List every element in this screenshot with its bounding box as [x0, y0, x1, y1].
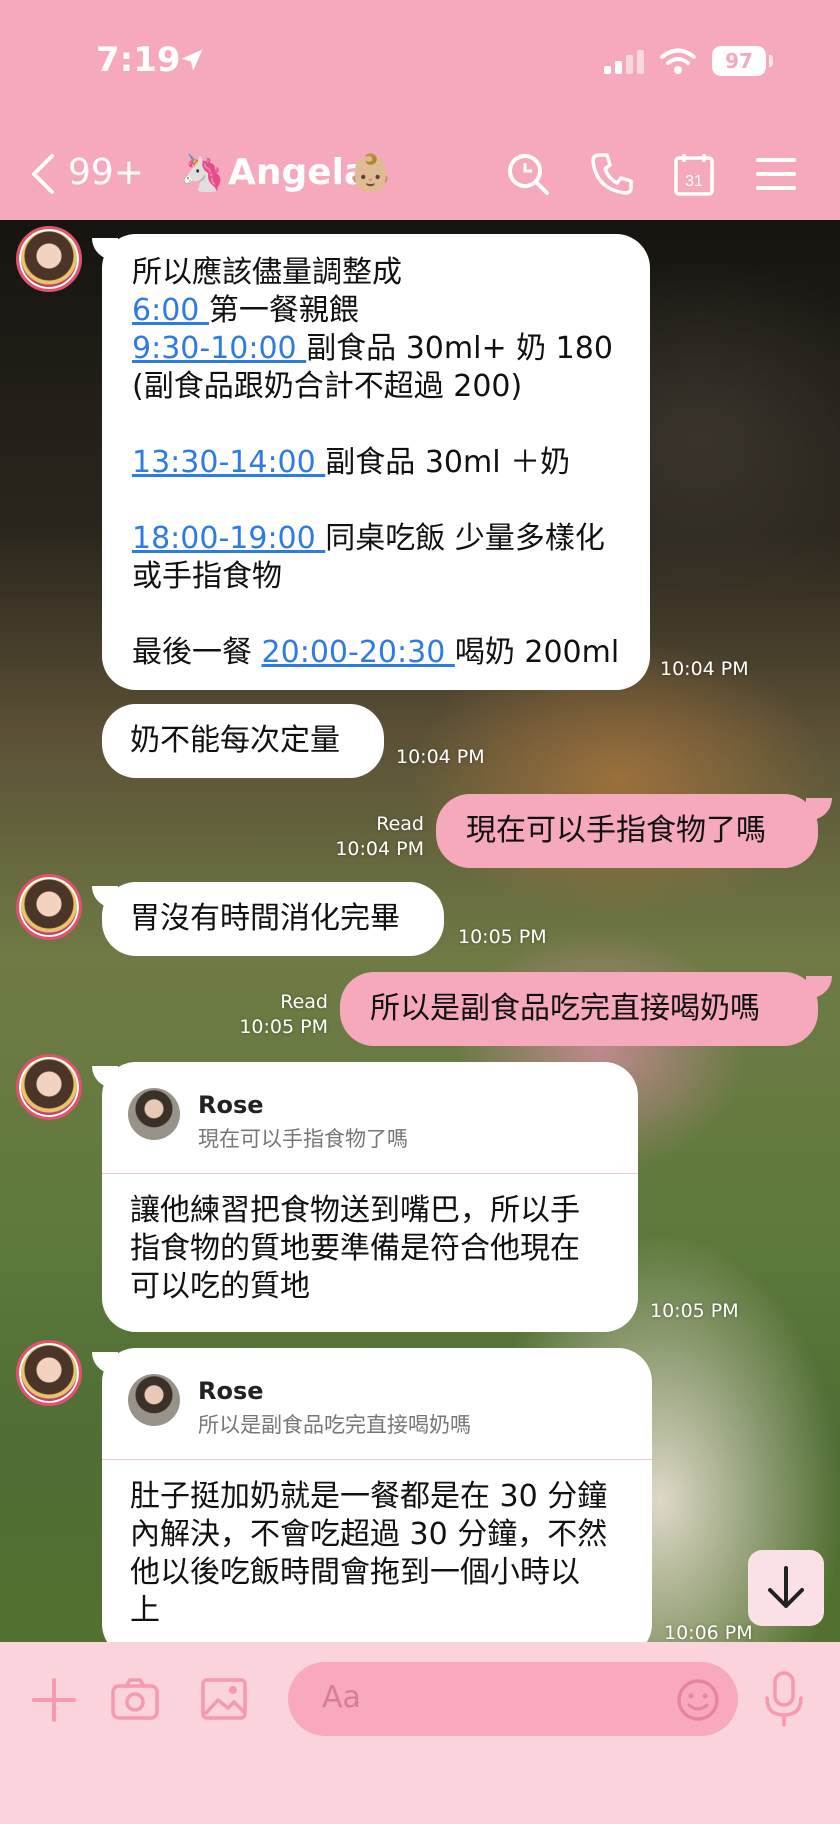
time-link[interactable]: 18:00-19:00: [132, 521, 325, 556]
smiley-icon[interactable]: [676, 1678, 720, 1722]
message-bubble[interactable]: 奶不能每次定量: [102, 704, 384, 778]
reply-quote-text: 現在可以手指食物了嗎: [198, 1127, 408, 1151]
microphone-icon[interactable]: [762, 1670, 806, 1728]
message-text: 胃沒有時間消化完畢: [130, 901, 400, 936]
search-icon[interactable]: [504, 150, 552, 198]
read-label: Read: [280, 991, 328, 1013]
chevron-left-icon[interactable]: [28, 152, 58, 196]
bubble-tail: [806, 976, 832, 998]
reply-message-bubble[interactable]: Rose 所以是副食品吃完直接喝奶嗎 肚子挺加奶就是一餐都是在 30 分鐘 內解…: [102, 1348, 652, 1642]
message-bubble[interactable]: 胃沒有時間消化完畢: [102, 882, 444, 956]
camera-icon[interactable]: [110, 1676, 160, 1722]
phone-icon[interactable]: [588, 150, 636, 198]
message-line: 或手指食物: [132, 559, 282, 594]
message-line: 6:00 第一餐親餵: [132, 292, 620, 330]
scroll-to-bottom-button[interactable]: [748, 1550, 824, 1626]
reply-body: 讓他練習把食物送到嘴巴，所以手 指食物的質地要準備是符合他現在 可以吃的質地: [102, 1174, 638, 1324]
arrow-down-icon: [768, 1566, 804, 1608]
battery-nub: [769, 55, 773, 67]
message-text: 所以是副食品吃完直接喝奶嗎: [370, 991, 760, 1026]
message-line: [132, 482, 620, 520]
top-bar: 7:19 97 99+ 🦄 Angela 👶🏼 31: [0, 0, 840, 220]
time-link[interactable]: 6:00: [132, 293, 209, 328]
reply-quote-block[interactable]: Rose 所以是副食品吃完直接喝奶嗎: [102, 1348, 652, 1460]
chat-area[interactable]: 所以應該儘量調整成 6:00 第一餐親餵 9:30-10:00 副食品 30ml…: [0, 220, 840, 1642]
message-time: 10:06 PM: [664, 1622, 753, 1642]
message-line: [132, 596, 620, 634]
reply-author: Rose: [198, 1091, 264, 1119]
reply-message-bubble[interactable]: Rose 現在可以手指食物了嗎 讓他練習把食物送到嘴巴，所以手 指食物的質地要準…: [102, 1062, 638, 1332]
unicorn-emoji: 🦄: [180, 153, 225, 194]
message-text: 同桌吃飯 少量多樣化: [325, 521, 605, 556]
avatar[interactable]: [16, 1054, 82, 1120]
message-text: 喝奶 200ml: [454, 635, 620, 670]
plus-icon[interactable]: [30, 1676, 78, 1724]
message-line: 他以後吃飯時間會拖到一個小時以: [130, 1555, 580, 1590]
message-line: 指食物的質地要準備是符合他現在: [130, 1231, 580, 1266]
message-time: 10:05 PM: [458, 926, 547, 948]
message-text: 奶不能每次定量: [130, 723, 340, 758]
message-line: 可以吃的質地: [130, 1269, 310, 1304]
back-unread-count[interactable]: 99+: [68, 152, 144, 193]
baby-emoji: 👶🏼: [348, 153, 393, 194]
message-line: [132, 406, 620, 444]
menu-icon[interactable]: [752, 150, 800, 198]
image-icon[interactable]: [200, 1676, 248, 1722]
message-line: 讓他練習把食物送到嘴巴，所以手: [130, 1193, 580, 1228]
message-input-placeholder: Aa: [322, 1680, 361, 1715]
avatar[interactable]: [16, 226, 82, 292]
reply-quote-text: 所以是副食品吃完直接喝奶嗎: [198, 1413, 471, 1437]
bubble-tail: [806, 798, 832, 820]
reply-author: Rose: [198, 1377, 264, 1405]
time-link[interactable]: 20:00-20:30: [262, 635, 455, 670]
read-receipt: Read 10:04 PM: [300, 812, 424, 862]
message-text: 副食品 30ml ＋奶: [325, 445, 571, 480]
reply-avatar: [128, 1088, 180, 1140]
location-arrow-icon: [181, 49, 203, 71]
reply-body: 肚子挺加奶就是一餐都是在 30 分鐘 內解決，不會吃超過 30 分鐘，不然 他以…: [102, 1460, 652, 1642]
message-line: 內解決，不會吃超過 30 分鐘，不然: [130, 1517, 608, 1552]
message-text: 最後一餐: [132, 635, 262, 670]
calendar-icon[interactable]: 31: [670, 150, 718, 198]
wifi-icon: [660, 48, 696, 74]
message-input[interactable]: Aa: [288, 1662, 738, 1736]
signal-icon: [604, 50, 644, 74]
message-line: 13:30-14:00 副食品 30ml ＋奶: [132, 444, 620, 482]
avatar[interactable]: [16, 1340, 82, 1406]
message-line: 最後一餐 20:00-20:30 喝奶 200ml: [132, 634, 620, 672]
message-bubble[interactable]: 現在可以手指食物了嗎: [436, 794, 818, 868]
message-text: 第一餐親餵: [208, 293, 359, 328]
message-time: 10:05 PM: [650, 1300, 739, 1322]
battery-indicator: 97: [712, 46, 766, 76]
message-line: (副食品跟奶合計不超過 200): [132, 369, 523, 404]
message-line: 9:30-10:00 副食品 30ml+ 奶 180: [132, 330, 620, 368]
status-time: 7:19: [96, 40, 181, 80]
message-line: 上: [130, 1593, 160, 1628]
input-bar: Aa: [0, 1642, 840, 1824]
message-time: 10:04 PM: [335, 838, 424, 860]
message-text: 副食品 30ml+ 奶 180: [306, 331, 613, 366]
message-time: 10:05 PM: [239, 1016, 328, 1038]
time-link[interactable]: 13:30-14:00: [132, 445, 325, 480]
read-receipt: Read 10:05 PM: [204, 990, 328, 1040]
message-time: 10:04 PM: [660, 658, 749, 680]
message-text: 現在可以手指食物了嗎: [466, 813, 766, 848]
message-bubble[interactable]: 所以是副食品吃完直接喝奶嗎: [340, 972, 818, 1046]
svg-text:31: 31: [685, 173, 703, 190]
read-label: Read: [376, 813, 424, 835]
avatar[interactable]: [16, 874, 82, 940]
message-line: 肚子挺加奶就是一餐都是在 30 分鐘: [130, 1479, 608, 1514]
message-bubble[interactable]: 所以應該儘量調整成 6:00 第一餐親餵 9:30-10:00 副食品 30ml…: [102, 234, 650, 690]
reply-avatar: [128, 1374, 180, 1426]
message-line: 18:00-19:00 同桌吃飯 少量多樣化: [132, 520, 620, 558]
message-time: 10:04 PM: [396, 746, 485, 768]
time-link[interactable]: 9:30-10:00: [132, 331, 306, 366]
message-line: 所以應該儘量調整成: [132, 255, 402, 290]
reply-quote-block[interactable]: Rose 現在可以手指食物了嗎: [102, 1062, 638, 1174]
